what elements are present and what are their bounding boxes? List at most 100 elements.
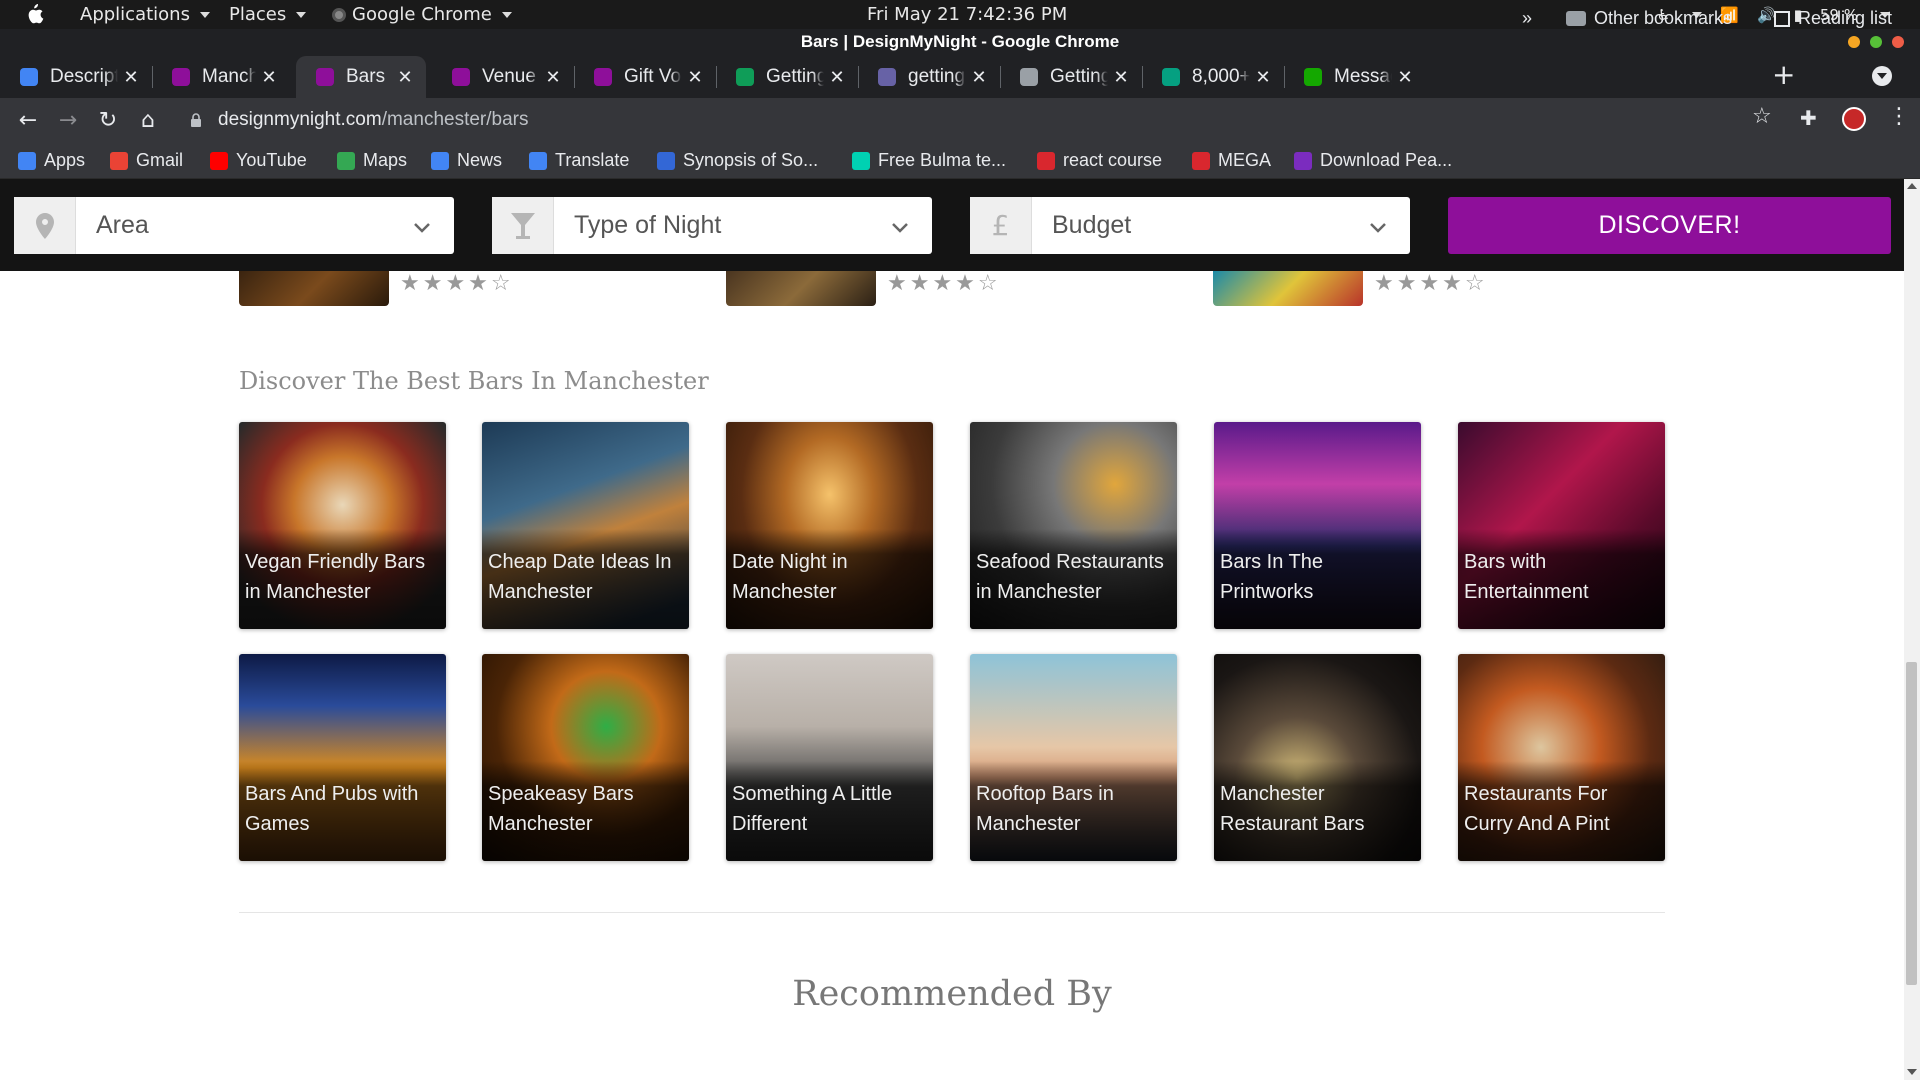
- other-bookmarks-button[interactable]: Other bookmarks: [1566, 8, 1732, 29]
- budget-select[interactable]: £ Budget: [970, 197, 1410, 254]
- bookmark-label: MEGA: [1218, 150, 1272, 170]
- chevron-down-icon: [199, 11, 210, 18]
- category-card[interactable]: Rooftop Bars in Manchester: [970, 654, 1177, 861]
- extensions-puzzle-icon[interactable]: ✚: [1800, 106, 1817, 130]
- category-card[interactable]: Bars with Entertainment: [1458, 422, 1665, 629]
- close-window-button[interactable]: [1892, 36, 1904, 48]
- bookmark-1[interactable]: Gmail: [110, 150, 183, 171]
- category-card[interactable]: Vegan Friendly Bars in Manchester: [239, 422, 446, 629]
- tab-6[interactable]: gettinglive✕: [858, 56, 1000, 98]
- tab-4[interactable]: Gift Vouchers✕: [574, 56, 716, 98]
- close-tab-icon[interactable]: ✕: [392, 67, 418, 88]
- tab-separator: [1284, 66, 1285, 88]
- bookmarks-overflow-button[interactable]: »: [1522, 8, 1532, 29]
- tab-search-icon[interactable]: [1872, 66, 1892, 86]
- close-tab-icon[interactable]: ✕: [1250, 67, 1276, 88]
- scroll-down-arrow-icon[interactable]: [1907, 1069, 1917, 1075]
- bookmark-label: Synopsis of So...: [683, 150, 819, 170]
- tab-label: Manchester: [202, 66, 256, 87]
- category-label: Something A Little Different: [732, 783, 893, 835]
- category-card[interactable]: Speakeasy Bars Manchester: [482, 654, 689, 861]
- close-tab-icon[interactable]: ✕: [682, 67, 708, 88]
- category-card[interactable]: Date Night in Manchester: [726, 422, 933, 629]
- chrome-menu-icon[interactable]: ⋮: [1888, 104, 1910, 129]
- apple-logo-icon[interactable]: [24, 3, 44, 25]
- new-tab-button[interactable]: +: [1772, 58, 1795, 91]
- recommended-by-title: Recommended By: [792, 974, 1112, 1014]
- home-icon[interactable]: ⌂: [134, 106, 162, 134]
- area-select[interactable]: Area: [14, 197, 454, 254]
- tab-7[interactable]: Getting Live✕: [1000, 56, 1142, 98]
- clock[interactable]: Fri May 21 7:42:36 PM: [867, 4, 1067, 25]
- category-label: Restaurants For Curry And A Pint: [1464, 783, 1610, 835]
- bookmark-label: Maps: [363, 150, 408, 170]
- maximize-button[interactable]: [1870, 36, 1882, 48]
- scrollbar-thumb[interactable]: [1906, 662, 1917, 985]
- places-menu[interactable]: Places: [229, 4, 307, 25]
- venue-image[interactable]: [726, 271, 876, 306]
- profile-avatar[interactable]: [1842, 107, 1866, 131]
- bookmark-0[interactable]: Apps: [18, 150, 85, 171]
- venue-image[interactable]: [239, 271, 389, 306]
- tab-9[interactable]: Messages✕: [1284, 56, 1426, 98]
- address-bar[interactable]: designmynight.com/manchester/bars: [188, 104, 1770, 136]
- bookmark-label: News: [457, 150, 503, 170]
- bookmark-label: react course: [1063, 150, 1163, 170]
- close-tab-icon[interactable]: ✕: [966, 67, 992, 88]
- scroll-up-arrow-icon[interactable]: [1907, 183, 1917, 189]
- category-card[interactable]: Something A Little Different: [726, 654, 933, 861]
- close-tab-icon[interactable]: ✕: [256, 67, 282, 88]
- back-arrow-icon[interactable]: ←: [14, 106, 42, 134]
- category-card[interactable]: Manchester Restaurant Bars: [1214, 654, 1421, 861]
- category-card[interactable]: Cheap Date Ideas In Manchester: [482, 422, 689, 629]
- youtube-icon: [210, 151, 228, 170]
- close-tab-icon[interactable]: ✕: [540, 67, 566, 88]
- bookmark-4[interactable]: News: [431, 150, 502, 171]
- lock-icon[interactable]: [190, 113, 202, 127]
- category-card[interactable]: Restaurants For Curry And A Pint: [1458, 654, 1665, 861]
- bookmark-2[interactable]: YouTube: [210, 150, 307, 171]
- category-card[interactable]: Bars And Pubs with Games: [239, 654, 446, 861]
- tab-1[interactable]: Manchester✕: [152, 56, 290, 98]
- close-tab-icon[interactable]: ✕: [118, 67, 144, 88]
- minimize-button[interactable]: [1848, 36, 1860, 48]
- bookmark-9[interactable]: MEGA: [1192, 150, 1271, 171]
- discover-button[interactable]: DISCOVER!: [1448, 197, 1891, 254]
- bookmark-6[interactable]: Synopsis of So...: [657, 150, 818, 171]
- category-label: Date Night in Manchester: [732, 551, 848, 603]
- reload-icon[interactable]: ↻: [94, 106, 122, 134]
- volume-icon: 🔊: [1756, 5, 1776, 24]
- applications-menu[interactable]: Applications: [80, 4, 210, 25]
- bookmark-3[interactable]: Maps: [337, 150, 407, 171]
- reading-list-button[interactable]: Reading list: [1774, 8, 1892, 29]
- forward-arrow-icon[interactable]: →: [54, 106, 82, 134]
- chevron-down-icon: [414, 214, 454, 238]
- close-tab-icon[interactable]: ✕: [1392, 67, 1418, 88]
- tab-separator: [716, 66, 717, 88]
- tab-label: gettinglive: [908, 66, 966, 87]
- tab-5[interactable]: Getting Live✕: [716, 56, 858, 98]
- tab-8[interactable]: 8,000+ Best✕: [1142, 56, 1284, 98]
- category-card[interactable]: Bars In The Printworks: [1214, 422, 1421, 629]
- bookmark-10[interactable]: Download Pea...: [1294, 150, 1452, 171]
- category-card[interactable]: Seafood Restaurants in Manchester: [970, 422, 1177, 629]
- tab-3[interactable]: Venue Experiences✕: [432, 56, 574, 98]
- app-menu-chrome[interactable]: Google Chrome: [332, 4, 512, 25]
- bookmark-5[interactable]: Translate: [529, 150, 629, 171]
- bookmark-label: Gmail: [136, 150, 184, 170]
- bookmark-star-icon[interactable]: ☆: [1752, 104, 1772, 129]
- budget-label: Budget: [1052, 211, 1132, 239]
- bookmark-8[interactable]: react course: [1037, 150, 1162, 171]
- bookmark-label: Free Bulma te...: [878, 150, 1007, 170]
- tab-0[interactable]: Description✕: [0, 56, 152, 98]
- close-tab-icon[interactable]: ✕: [1108, 67, 1134, 88]
- close-tab-icon[interactable]: ✕: [824, 67, 850, 88]
- bookmark-7[interactable]: Free Bulma te...: [852, 150, 1006, 171]
- browser-toolbar: ← → ↻ ⌂ designmynight.com/manchester/bar…: [0, 98, 1920, 142]
- location-pin-icon: [14, 197, 76, 254]
- mega-icon: [1192, 151, 1210, 170]
- category-label: Seafood Restaurants in Manchester: [976, 551, 1164, 603]
- type-of-night-select[interactable]: Type of Night: [492, 197, 932, 254]
- venue-image[interactable]: [1213, 271, 1363, 306]
- tab-2[interactable]: Bars | DesignMyNight✕: [296, 56, 426, 98]
